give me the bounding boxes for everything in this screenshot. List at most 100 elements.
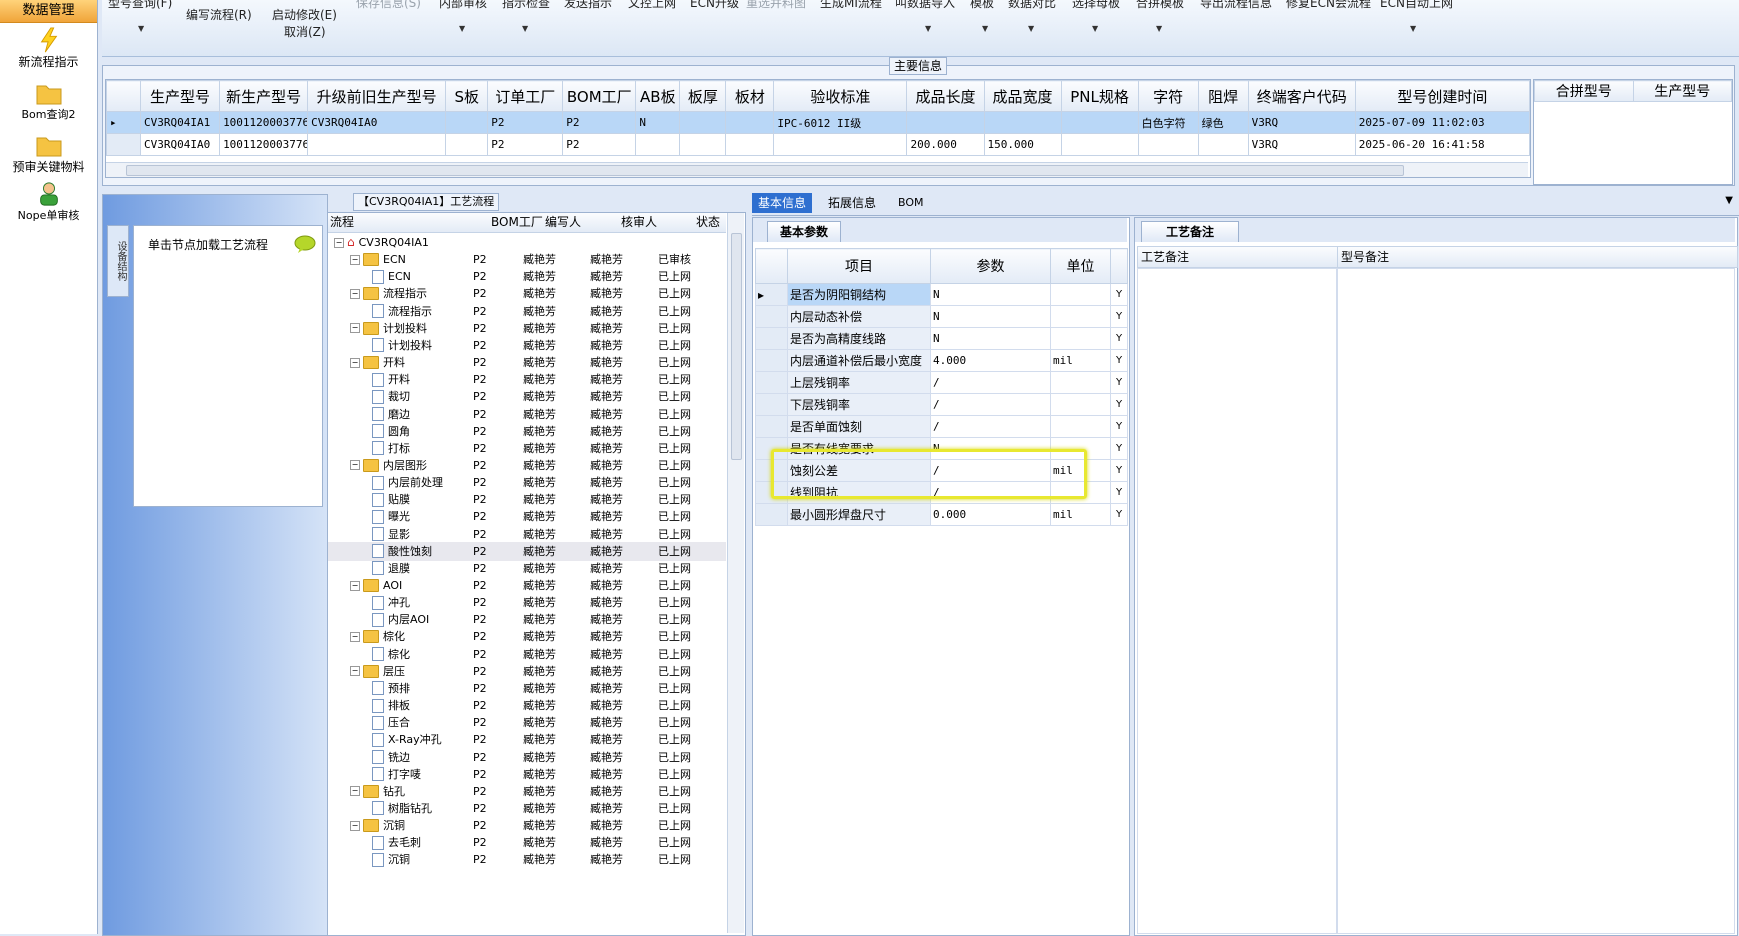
tree-node[interactable]: X-Ray冲孔 P2 臧艳芳 臧艳芳 已上网 <box>328 730 726 749</box>
doc-control-online-button[interactable]: 文控上网 <box>628 0 676 11</box>
collapse-icon[interactable]: − <box>350 631 360 642</box>
param-row[interactable]: 是否单面蚀刻 / Y <box>755 415 1128 438</box>
table-cell[interactable]: CV3RQ04IA1 <box>140 111 221 134</box>
tree-node[interactable]: 压合 P2 臧艳芳 臧艳芳 已上网 <box>328 713 726 732</box>
tree-node-label[interactable]: 曝光 <box>372 507 410 526</box>
table-cell[interactable] <box>635 133 681 156</box>
row-header[interactable] <box>755 371 788 394</box>
tree-node[interactable]: 显影 P2 臧艳芳 臧艳芳 已上网 <box>328 525 726 544</box>
generate-mi-button[interactable]: 生成MI流程 <box>820 0 882 11</box>
model-query-button[interactable]: 型号查询(F) ▼ <box>108 0 172 33</box>
table-cell[interactable]: 10011200037760 <box>219 133 309 156</box>
data-import-button[interactable]: 叫数据导入 ▼ <box>895 0 955 33</box>
tree-node-label[interactable]: − 棕化 <box>350 627 405 646</box>
tree-node[interactable]: ECN P2 臧艳芳 臧艳芳 已上网 <box>328 267 726 286</box>
export-process-button[interactable]: 导出流程信息 <box>1200 0 1272 11</box>
tree-node[interactable]: − ⌂ CV3RQ04IA1 <box>328 233 726 252</box>
param-value[interactable]: N <box>930 327 1051 350</box>
row-header[interactable] <box>755 349 788 372</box>
row-header[interactable] <box>105 133 142 156</box>
collapse-icon[interactable]: − <box>350 820 360 831</box>
column-header[interactable]: 项目 <box>787 248 931 284</box>
collapse-icon[interactable]: − <box>350 580 360 591</box>
start-modify-button[interactable]: 启动修改(E) <box>272 6 337 23</box>
tree-node-label[interactable]: − 内层图形 <box>350 456 427 475</box>
tree-node-label[interactable]: 流程指示 <box>372 302 432 321</box>
tree-node-label[interactable]: 打标 <box>372 439 410 458</box>
table-cell[interactable] <box>307 133 447 156</box>
tree-node-label[interactable]: 酸性蚀刻 <box>372 542 432 561</box>
tree-node[interactable]: 磨边 P2 臧艳芳 臧艳芳 已上网 <box>328 405 726 424</box>
table-cell[interactable] <box>1060 133 1139 156</box>
table-cell[interactable] <box>1060 111 1139 134</box>
collapse-icon[interactable]: − <box>350 460 360 471</box>
reselect-drawing-button[interactable]: 重选并料图 <box>746 0 806 11</box>
param-value[interactable]: / <box>930 371 1051 394</box>
tree-node-label[interactable]: X-Ray冲孔 <box>372 730 442 749</box>
instruction-check-button[interactable]: 指示检查 ▼ <box>502 0 550 33</box>
tree-node[interactable]: 预排 P2 臧艳芳 臧艳芳 已上网 <box>328 679 726 698</box>
row-header[interactable] <box>755 305 788 328</box>
table-cell[interactable] <box>679 133 727 156</box>
tree-node-label[interactable]: ECN <box>372 267 411 286</box>
param-value[interactable]: N <box>930 305 1051 328</box>
tree-node[interactable]: 贴膜 P2 臧艳芳 臧艳芳 已上网 <box>328 490 726 509</box>
table-cell[interactable]: 200.000 <box>906 133 985 156</box>
tree-node[interactable]: − AOI P2 臧艳芳 臧艳芳 已上网 <box>328 576 726 595</box>
param-value[interactable]: 4.000 <box>930 349 1051 372</box>
param-row[interactable]: 最小圆形焊盘尺寸 0.000 mil Y <box>755 503 1128 526</box>
table-cell[interactable] <box>1137 133 1199 156</box>
collapse-icon[interactable]: − <box>350 254 360 265</box>
collapse-icon[interactable]: − <box>350 786 360 797</box>
column-header[interactable]: 成品宽度 <box>983 80 1062 112</box>
data-compare-button[interactable]: 数据对比 ▼ <box>1008 0 1056 33</box>
model-notes-field[interactable] <box>1337 268 1735 934</box>
table-cell[interactable]: CV3RQ04IA0 <box>140 133 221 156</box>
column-header[interactable]: 订单工厂 <box>487 80 564 112</box>
table-cell[interactable] <box>906 111 985 134</box>
table-cell[interactable] <box>773 133 908 156</box>
tree-node-label[interactable]: − 开料 <box>350 353 405 372</box>
column-header[interactable]: 参数 <box>930 248 1051 284</box>
tree-node[interactable]: 流程指示 P2 臧艳芳 臧艳芳 已上网 <box>328 302 726 321</box>
tree-node-label[interactable]: 显影 <box>372 525 410 544</box>
table-cell[interactable] <box>445 111 489 134</box>
tree-node[interactable]: 酸性蚀刻 P2 臧艳芳 臧艳芳 已上网 <box>328 541 726 561</box>
tree-node-label[interactable]: 开料 <box>372 370 410 389</box>
param-row[interactable]: 上层残铜率 / Y <box>755 371 1128 394</box>
param-value[interactable]: N <box>930 283 1051 306</box>
tree-node-label[interactable]: − 钻孔 <box>350 782 405 801</box>
tree-node-label[interactable]: 计划投料 <box>372 336 432 355</box>
tree-node[interactable]: 曝光 P2 臧艳芳 臧艳芳 已上网 <box>328 507 726 526</box>
collapse-icon[interactable]: − <box>350 323 360 334</box>
repair-ecn-button[interactable]: 修复ECN会流程 <box>1286 0 1371 11</box>
table-cell[interactable]: V3RQ <box>1247 111 1356 134</box>
tree-node-label[interactable]: 铣边 <box>372 748 410 767</box>
param-value[interactable]: 0.000 <box>930 503 1051 526</box>
tree-node-label[interactable]: − 流程指示 <box>350 284 427 303</box>
tree-node[interactable]: 退膜 P2 臧艳芳 臧艳芳 已上网 <box>328 559 726 578</box>
collapse-icon[interactable]: − <box>350 357 360 368</box>
select-mother-board-button[interactable]: 选择母板 ▼ <box>1072 0 1120 33</box>
table-cell[interactable]: 白色字符 <box>1137 111 1199 134</box>
column-header[interactable]: 编写人 <box>545 213 581 232</box>
column-header[interactable]: 新生产型号 <box>219 80 309 112</box>
row-pointer-icon[interactable]: ▸ <box>755 283 788 306</box>
column-header[interactable]: BOM工厂 <box>562 80 637 112</box>
tree-node-label[interactable]: 压合 <box>372 713 410 732</box>
table-cell[interactable]: 绿色 <box>1197 111 1249 134</box>
column-header[interactable]: 终端客户代码 <box>1247 80 1356 112</box>
tree-node-label[interactable]: 内层AOI <box>372 610 429 629</box>
tree-node-label[interactable]: 排板 <box>372 696 410 715</box>
collapse-icon[interactable]: − <box>334 237 344 248</box>
tree-node-label[interactable]: 预排 <box>372 679 410 698</box>
tree-node-label[interactable]: 裁切 <box>372 387 410 406</box>
tree-node[interactable]: 圆角 P2 臧艳芳 臧艳芳 已上网 <box>328 422 726 441</box>
param-row[interactable]: 下层残铜率 / Y <box>755 393 1128 416</box>
table-cell[interactable]: P2 <box>562 133 637 156</box>
column-header[interactable]: 阻焊 <box>1197 80 1249 112</box>
column-header[interactable]: S板 <box>445 80 489 112</box>
ecn-upgrade-button[interactable]: ECN升级 <box>690 0 739 11</box>
column-header[interactable]: 生产型号 <box>140 80 221 112</box>
send-instruction-button[interactable]: 发送指示 <box>564 0 612 11</box>
